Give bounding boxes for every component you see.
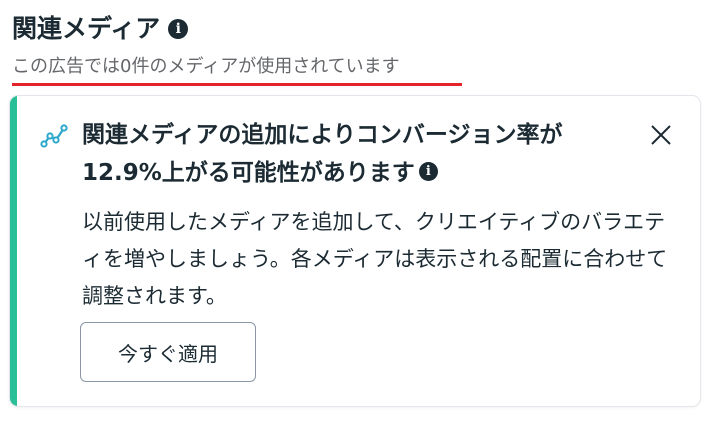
close-icon[interactable] [648,122,674,148]
page: 関連メディア i この広告では0件のメディアが使用されています 関連メディアの追… [0,0,720,422]
section-title: 関連メディア [12,14,161,43]
card-title-container: 関連メディアの追加によりコンバージョン率が12.9%上がる可能性があります i [82,116,622,192]
card-accent-bar [10,96,17,406]
card-title: 関連メディアの追加によりコンバージョン率が12.9%上がる可能性があります [82,122,563,186]
section-header: 関連メディア i この広告では0件のメディアが使用されています [12,10,462,86]
card-description: 以前使用したメディアを追加して、クリエイティブのバラエティを増やしましょう。各メ… [82,210,668,308]
info-icon[interactable]: i [168,19,189,39]
trend-line-icon [40,124,68,148]
apply-now-button[interactable]: 今すぐ適用 [80,322,256,382]
media-count-subtitle: この広告では0件のメディアが使用されています [12,54,462,86]
info-icon[interactable]: i [418,162,438,181]
title-row: 関連メディア i [12,10,462,48]
recommendation-card: 関連メディアの追加によりコンバージョン率が12.9%上がる可能性があります i 以… [10,96,700,406]
